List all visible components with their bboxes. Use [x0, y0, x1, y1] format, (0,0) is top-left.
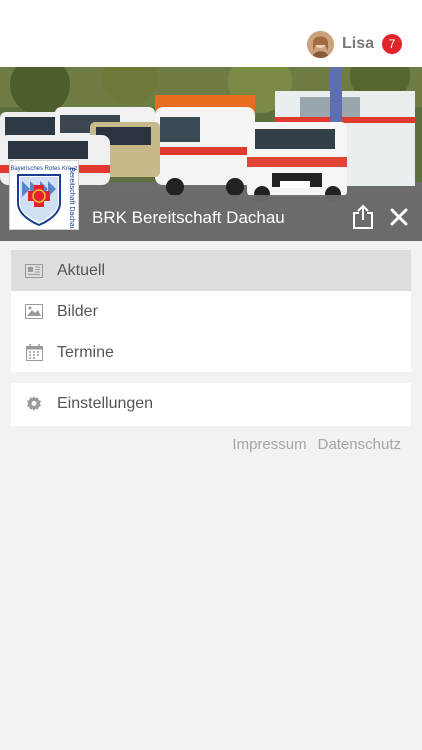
share-button[interactable] — [348, 202, 378, 232]
menu-item-bilder[interactable]: Bilder — [11, 291, 411, 332]
menu-item-label: Termine — [57, 343, 114, 361]
menu-secondary: Einstellungen — [11, 383, 411, 426]
image-icon — [25, 303, 43, 321]
impressum-link[interactable]: Impressum — [232, 436, 306, 453]
share-icon — [353, 204, 373, 229]
calendar-icon — [25, 344, 43, 362]
user-name[interactable]: Lisa — [342, 35, 374, 53]
close-icon — [390, 208, 408, 226]
org-logo: Bayerisches Rotes Kreuz Bereitschaft Dac… — [9, 160, 79, 231]
menu-primary: Aktuell Bilder Termine — [11, 250, 411, 372]
top-header: Lisa 7 — [0, 0, 422, 67]
menu-item-einstellungen[interactable]: Einstellungen — [11, 383, 411, 424]
notification-badge[interactable]: 7 — [382, 34, 402, 54]
menu-item-label: Einstellungen — [57, 394, 154, 412]
datenschutz-link[interactable]: Datenschutz — [318, 436, 401, 453]
svg-text:Bayerisches Rotes Kreuz: Bayerisches Rotes Kreuz — [10, 166, 77, 172]
menu-item-label: Bilder — [57, 302, 98, 320]
menu-item-label: Aktuell — [57, 261, 106, 279]
close-button[interactable] — [384, 202, 414, 232]
gear-icon — [25, 395, 43, 413]
avatar[interactable] — [306, 30, 334, 58]
menu-item-aktuell[interactable]: Aktuell — [11, 250, 411, 291]
org-title: BRK Bereitschaft Dachau — [92, 208, 285, 227]
footer-links: Impressum Datenschutz — [232, 436, 401, 453]
svg-text:Bereitschaft Dachau: Bereitschaft Dachau — [68, 167, 75, 229]
menu-item-termine[interactable]: Termine — [11, 332, 411, 373]
user-menu[interactable]: Lisa 7 — [306, 30, 402, 58]
newspaper-icon — [25, 262, 43, 280]
